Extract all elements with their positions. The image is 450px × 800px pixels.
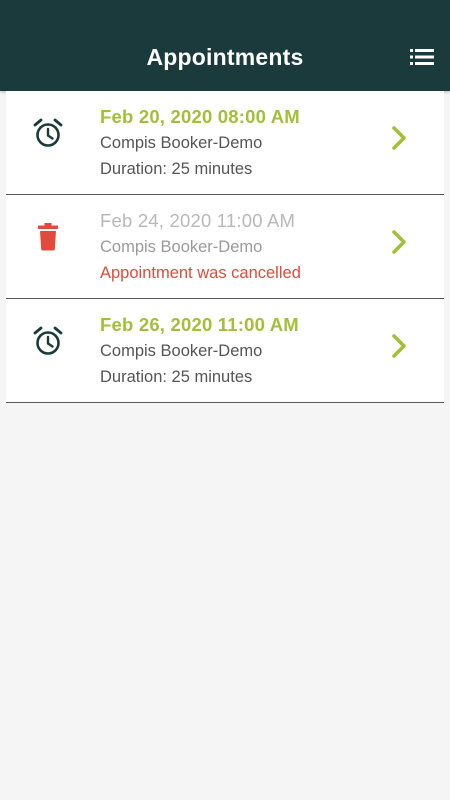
appointment-texts: Feb 20, 2020 08:00 AM Compis Booker-Demo…: [100, 106, 300, 180]
appointment-date: Feb 20, 2020 08:00 AM: [100, 106, 300, 127]
appointment-texts: Feb 26, 2020 11:00 AM Compis Booker-Demo…: [100, 314, 299, 388]
alarm-clock-icon: [32, 117, 64, 149]
appointment-row[interactable]: Feb 24, 2020 11:00 AM Compis Booker-Demo…: [6, 195, 444, 299]
appointment-duration: Duration: 25 minutes: [100, 368, 253, 386]
appointment-place: Compis Booker-Demo: [100, 342, 263, 360]
appointment-row[interactable]: Feb 20, 2020 08:00 AM Compis Booker-Demo…: [6, 91, 444, 195]
appointment-place: Compis Booker-Demo: [100, 134, 263, 152]
trash-icon: [32, 221, 64, 253]
list-icon: [410, 49, 434, 65]
chevron-right-icon: [390, 229, 408, 255]
chevron-right-icon: [390, 125, 408, 151]
appointment-place: Compis Booker-Demo: [100, 238, 263, 256]
page-title: Appointments: [146, 44, 304, 70]
app-header: Appointments: [0, 0, 450, 91]
appointment-duration: Duration: 25 minutes: [100, 160, 253, 178]
chevron-right-icon: [390, 333, 408, 359]
appointment-cancelled-status: Appointment was cancelled: [100, 264, 301, 282]
appointments-list: Feb 20, 2020 08:00 AM Compis Booker-Demo…: [6, 91, 444, 403]
list-menu-button[interactable]: [410, 48, 434, 66]
appointment-date: Feb 26, 2020 11:00 AM: [100, 314, 299, 335]
alarm-clock-icon: [32, 325, 64, 357]
appointment-row[interactable]: Feb 26, 2020 11:00 AM Compis Booker-Demo…: [6, 299, 444, 403]
appointment-date: Feb 24, 2020 11:00 AM: [100, 210, 296, 231]
appointment-texts: Feb 24, 2020 11:00 AM Compis Booker-Demo…: [100, 210, 301, 284]
